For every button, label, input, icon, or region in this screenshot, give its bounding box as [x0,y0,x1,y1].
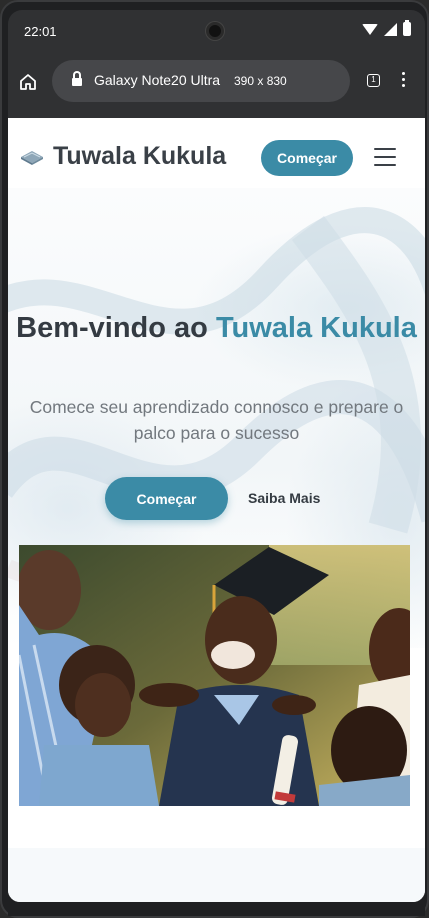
brand-name[interactable]: Tuwala Kukula [53,142,226,171]
hero-title-accent: Tuwala Kukula [215,312,417,344]
tabs-icon[interactable]: 1 [367,74,380,87]
device-dimensions: 390 x 830 [234,74,287,88]
lock-icon [72,71,82,87]
phone-frame: 22:01 Galaxy Note20 Ultra 390 x 830 1 Tu… [0,0,429,918]
site-navbar: Tuwala Kukula Começar [8,118,425,196]
more-vert-icon[interactable] [402,72,406,90]
signal-icon [384,22,397,36]
hero-title: Bem-vindo ao Tuwala Kukula [8,310,425,346]
camera-icon [206,22,224,40]
address-bar[interactable]: Galaxy Note20 Ultra 390 x 830 [52,60,350,102]
browser-toolbar: Galaxy Note20 Ultra 390 x 830 1 [8,52,425,118]
hero-title-prefix: Bem-vindo ao [16,312,216,344]
hamburger-icon[interactable] [374,148,396,166]
status-bar: 22:01 [8,10,425,52]
device-name: Galaxy Note20 Ultra [94,72,221,88]
graduation-family-photo [19,545,410,806]
battery-icon [403,20,411,36]
home-icon[interactable] [18,72,38,92]
wifi-icon [362,23,378,35]
page-footer-band [8,848,425,902]
phone-bottom-bezel [8,902,425,916]
page-viewport: Tuwala Kukula Começar Bem-vindo ao Tuwal… [8,118,425,902]
learn-more-link[interactable]: Saiba Mais [248,490,320,506]
status-icons [362,20,411,36]
hero-start-button[interactable]: Começar [105,477,228,520]
status-time: 22:01 [24,24,57,39]
hero-subtitle: Comece seu aprendizado connosco e prepar… [29,397,404,443]
nav-start-button[interactable]: Começar [261,140,353,176]
book-icon [21,151,43,165]
